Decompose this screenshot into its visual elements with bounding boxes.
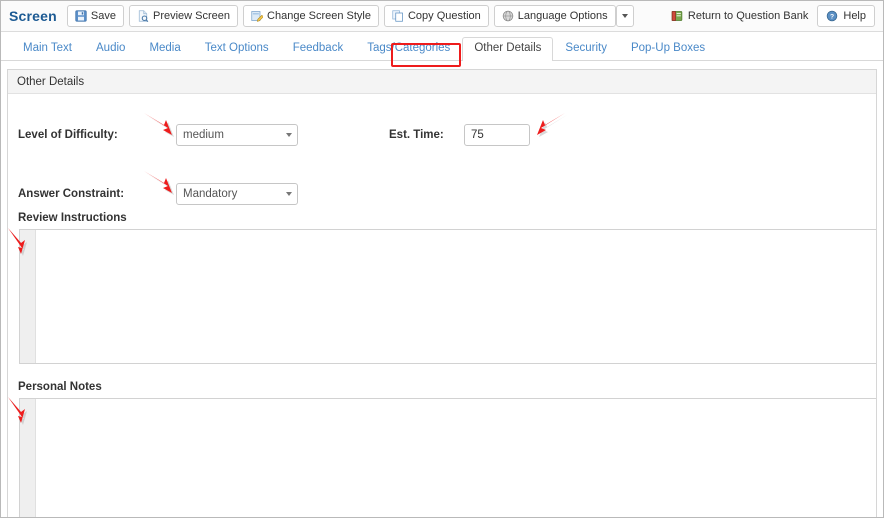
application-window: Screen Save Preview Screen Change Screen… xyxy=(0,0,884,518)
save-button-label: Save xyxy=(90,10,116,22)
change-screen-style-button[interactable]: Change Screen Style xyxy=(243,5,379,27)
est-time-input[interactable] xyxy=(464,124,530,146)
top-toolbar: Screen Save Preview Screen Change Screen… xyxy=(1,1,883,32)
floppy-disk-icon xyxy=(75,10,87,22)
language-options-button[interactable]: Language Options xyxy=(493,5,616,27)
level-of-difficulty-label: Level of Difficulty: xyxy=(18,129,118,141)
review-instructions-editor[interactable] xyxy=(19,229,876,364)
return-to-question-bank-label: Return to Question Bank xyxy=(687,10,809,22)
est-time-label: Est. Time: xyxy=(389,129,444,141)
style-edit-icon xyxy=(251,10,264,22)
tab-other-details[interactable]: Other Details xyxy=(462,37,554,61)
change-screen-style-button-label: Change Screen Style xyxy=(267,10,371,22)
level-of-difficulty-select[interactable]: medium xyxy=(176,124,298,146)
language-options-button-label: Language Options xyxy=(517,10,608,22)
copy-question-button[interactable]: Copy Question xyxy=(383,5,489,27)
return-to-question-bank-button[interactable]: Return to Question Bank xyxy=(662,5,817,27)
level-of-difficulty-select-wrap: medium xyxy=(176,124,298,146)
panel-title: Other Details xyxy=(17,75,85,88)
panel-header: Other Details xyxy=(8,70,876,94)
other-details-panel: Other Details Level of Difficulty: mediu… xyxy=(7,69,877,517)
personal-notes-input[interactable] xyxy=(36,399,876,517)
preview-screen-button-label: Preview Screen xyxy=(152,10,231,22)
answer-constraint-select-wrap: Mandatory xyxy=(176,183,298,205)
tab-security[interactable]: Security xyxy=(553,37,619,60)
tab-text-options[interactable]: Text Options xyxy=(193,37,281,60)
tab-main-text[interactable]: Main Text xyxy=(11,37,84,60)
tab-tags-categories[interactable]: Tags/Categories xyxy=(355,37,462,60)
globe-icon xyxy=(502,10,514,22)
help-button[interactable]: ? Help xyxy=(817,5,875,27)
help-circle-icon: ? xyxy=(826,10,838,22)
review-instructions-label: Review Instructions xyxy=(18,212,127,224)
tab-pop-up-boxes[interactable]: Pop-Up Boxes xyxy=(619,37,717,60)
personal-notes-gutter xyxy=(20,399,36,517)
personal-notes-label: Personal Notes xyxy=(18,381,102,393)
level-of-difficulty-row: Level of Difficulty: medium xyxy=(18,124,298,146)
page-title: Screen xyxy=(9,8,57,24)
personal-notes-editor[interactable] xyxy=(19,398,876,517)
language-options-dropdown-button[interactable] xyxy=(615,5,634,27)
tab-bar: Main Text Audio Media Text Options Feedb… xyxy=(1,32,883,61)
chevron-down-icon xyxy=(621,14,628,18)
answer-constraint-label: Answer Constraint: xyxy=(18,188,125,200)
review-instructions-input[interactable] xyxy=(36,230,876,363)
copy-question-button-label: Copy Question xyxy=(407,10,481,22)
copy-icon xyxy=(392,10,404,22)
review-instructions-gutter xyxy=(20,230,36,363)
preview-screen-button[interactable]: Preview Screen xyxy=(128,5,239,27)
help-button-label: Help xyxy=(843,10,866,22)
book-icon xyxy=(671,10,683,22)
tab-audio[interactable]: Audio xyxy=(84,37,137,60)
answer-constraint-select[interactable]: Mandatory xyxy=(176,183,298,205)
answer-constraint-row: Answer Constraint: Mandatory xyxy=(18,183,298,205)
tab-feedback[interactable]: Feedback xyxy=(281,37,356,60)
panel-body: Level of Difficulty: medium Est. Time: 1… xyxy=(8,94,876,517)
svg-text:?: ? xyxy=(830,14,834,21)
tab-media[interactable]: Media xyxy=(137,37,192,60)
est-time-row: Est. Time: xyxy=(389,124,530,146)
save-button[interactable]: Save xyxy=(66,5,124,27)
document-search-icon xyxy=(137,10,149,23)
